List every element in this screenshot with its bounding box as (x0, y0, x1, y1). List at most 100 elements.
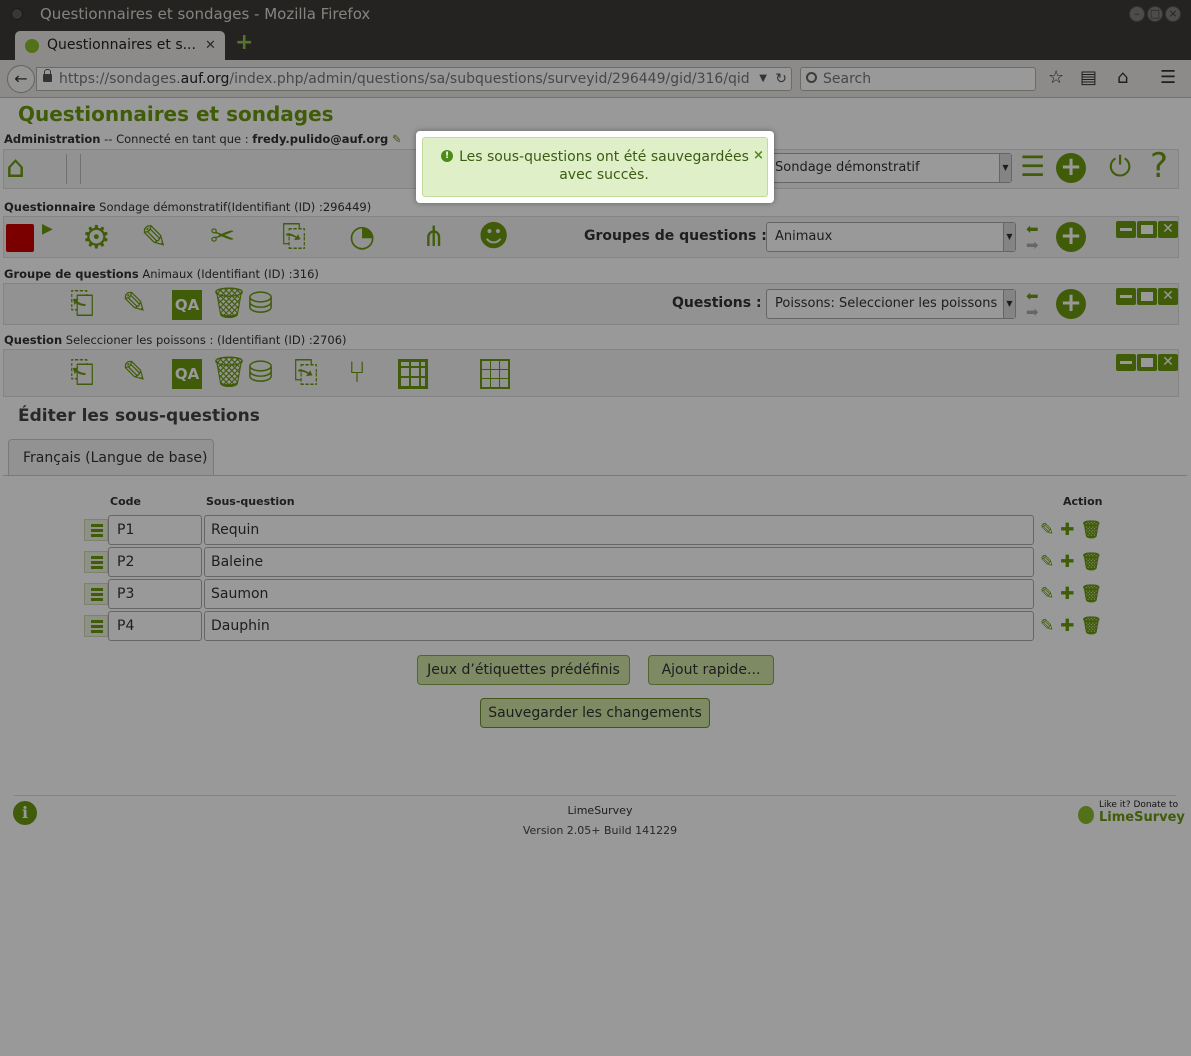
back-arrow-icon[interactable]: ← (7, 65, 35, 93)
code-input[interactable]: P2 (108, 547, 202, 577)
code-input[interactable]: P1 (108, 515, 202, 545)
question-settings-icon[interactable]: ⎗ (70, 354, 94, 392)
survey-structure-icon[interactable]: ⋔ (422, 218, 445, 256)
subquestion-input[interactable]: Requin (204, 515, 1034, 545)
tools-icon[interactable]: ✂ (210, 218, 235, 256)
edit-user-icon[interactable]: ✎ (392, 132, 402, 146)
browser-tab[interactable]: Questionnaires et s... ✕ (15, 31, 225, 60)
maximize-icon[interactable]: □ (1147, 6, 1163, 22)
survey-select[interactable]: Sondage démonstratif ▼ (766, 153, 1012, 183)
new-tab-icon[interactable]: + (235, 32, 253, 54)
export-question-icon[interactable]: ⛁ (248, 354, 273, 392)
subquestion-input[interactable]: Dauphin (204, 611, 1034, 641)
delete-row-icon[interactable]: 🗑 (1080, 520, 1102, 540)
close-panel-icon[interactable]: ✕ (1158, 354, 1178, 371)
window-titlebar: Questionnaires et sondages - Mozilla Fir… (0, 0, 1191, 28)
url-bar[interactable]: https://sondages.auf.org/index.php/admin… (36, 67, 792, 91)
close-tab-icon[interactable]: ✕ (205, 31, 216, 60)
next-group-icon[interactable]: ➡ (1026, 237, 1039, 253)
add-group-icon[interactable]: + (1056, 222, 1086, 252)
previous-question-icon[interactable]: ⬅ (1026, 288, 1039, 304)
display-export-icon[interactable]: ⎘ (282, 218, 306, 256)
predefined-labelsets-button[interactable]: Jeux d’étiquettes prédéfinis (417, 655, 630, 685)
drag-handle-icon[interactable] (84, 615, 108, 637)
question-text: Seleccioner les poissons : (Identifiant … (65, 333, 347, 347)
close-panel-icon[interactable]: ✕ (1158, 221, 1178, 238)
copy-question-icon[interactable]: ⎘ (294, 354, 318, 392)
delete-row-icon[interactable]: 🗑 (1080, 616, 1102, 636)
subquestion-input[interactable]: Saumon (204, 579, 1034, 609)
restore-panel-icon[interactable] (1137, 288, 1157, 305)
url-dropdown-icon[interactable]: ▼ (759, 68, 767, 90)
edit-pencil-icon[interactable]: ✎ (1040, 552, 1054, 572)
answer-options-icon[interactable] (480, 359, 510, 389)
close-window-icon[interactable]: × (1165, 6, 1181, 22)
execute-survey-icon[interactable]: ▶ (42, 221, 53, 237)
delete-group-icon[interactable]: 🗑 (210, 285, 248, 323)
info-icon[interactable]: i (13, 801, 37, 825)
code-input[interactable]: P3 (108, 579, 202, 609)
qa-logic-icon[interactable]: QA (172, 290, 202, 320)
survey-list-icon[interactable]: ☰ (1020, 150, 1045, 184)
donate-logo[interactable]: Like it? Donate to LimeSurvey (1078, 800, 1185, 828)
qa-logic-icon[interactable]: QA (172, 359, 202, 389)
bookmark-star-icon[interactable]: ☆ (1048, 68, 1064, 88)
add-row-icon[interactable]: ✚ (1060, 552, 1074, 572)
subquestions-grid-icon[interactable] (398, 359, 428, 389)
restore-panel-icon[interactable] (1137, 221, 1157, 238)
add-row-icon[interactable]: ✚ (1060, 584, 1074, 604)
user-name[interactable]: fredy.pulido@auf.org (252, 132, 388, 146)
participants-icon[interactable]: ☻ (478, 218, 509, 256)
reload-icon[interactable]: ↻ (775, 68, 787, 90)
drag-handle-icon[interactable] (84, 519, 108, 541)
quick-add-button[interactable]: Ajout rapide... (648, 655, 774, 685)
group-select[interactable]: Animaux ▼ (766, 222, 1016, 252)
edit-pencil-icon[interactable]: ✎ (1040, 616, 1054, 636)
browser-menu-icon[interactable]: ☰ (1160, 68, 1176, 88)
save-changes-button[interactable]: Sauvegarder les changements (480, 698, 710, 728)
minimize-panel-icon[interactable] (1116, 288, 1136, 305)
donate-brand: LimeSurvey (1099, 810, 1185, 825)
subquestion-input[interactable]: Baleine (204, 547, 1034, 577)
restore-panel-icon[interactable] (1137, 354, 1157, 371)
minimize-panel-icon[interactable] (1116, 221, 1136, 238)
export-group-icon[interactable]: ⛁ (248, 285, 273, 323)
responses-icon[interactable]: ◔ (349, 218, 375, 256)
browser-home-icon[interactable]: ⌂ (1117, 68, 1128, 88)
question-nav-arrows: ⬅ ➡ (1026, 288, 1039, 320)
tab-language-base[interactable]: Français (Langue de base) (8, 439, 214, 475)
edit-survey-icon[interactable]: ✎ (141, 218, 168, 256)
delete-row-icon[interactable]: 🗑 (1080, 552, 1102, 572)
drag-handle-icon[interactable] (84, 583, 108, 605)
close-panel-icon[interactable]: ✕ (1158, 288, 1178, 305)
stop-survey-icon[interactable] (6, 224, 34, 252)
delete-row-icon[interactable]: 🗑 (1080, 584, 1102, 604)
drag-handle-icon[interactable] (84, 551, 108, 573)
edit-question-icon[interactable]: ✎ (122, 354, 147, 392)
delete-question-icon[interactable]: 🗑 (210, 354, 248, 392)
edit-pencil-icon[interactable]: ✎ (1040, 520, 1054, 540)
code-input[interactable]: P4 (108, 611, 202, 641)
add-row-icon[interactable]: ✚ (1060, 616, 1074, 636)
add-question-icon[interactable]: ⎗ (70, 285, 94, 323)
logout-icon[interactable]: ⏻ (1109, 150, 1131, 184)
minimize-icon[interactable]: – (1129, 6, 1145, 22)
previous-group-icon[interactable]: ⬅ (1026, 221, 1039, 237)
question-select[interactable]: Poissons: Seleccioner les poissons : ▼ (766, 289, 1016, 319)
window-menu-icon[interactable] (11, 8, 23, 20)
next-question-icon[interactable]: ➡ (1026, 304, 1039, 320)
add-question-plus-icon[interactable]: + (1056, 289, 1086, 319)
conditions-icon[interactable]: ⑂ (348, 354, 366, 392)
home-icon[interactable]: ⌂ (6, 152, 25, 184)
reading-list-icon[interactable]: ▤ (1080, 68, 1097, 88)
add-row-icon[interactable]: ✚ (1060, 520, 1074, 540)
close-notification-icon[interactable]: × (753, 148, 764, 163)
minimize-panel-icon[interactable] (1116, 354, 1136, 371)
search-input[interactable]: Search (800, 67, 1036, 91)
add-survey-icon[interactable]: + (1056, 153, 1086, 183)
help-icon[interactable]: ? (1150, 148, 1168, 184)
edit-pencil-icon[interactable]: ✎ (1040, 584, 1054, 604)
settings-gear-icon[interactable]: ⚙ (82, 218, 111, 256)
column-header-action: Action (1063, 495, 1103, 508)
edit-group-icon[interactable]: ✎ (122, 285, 147, 323)
